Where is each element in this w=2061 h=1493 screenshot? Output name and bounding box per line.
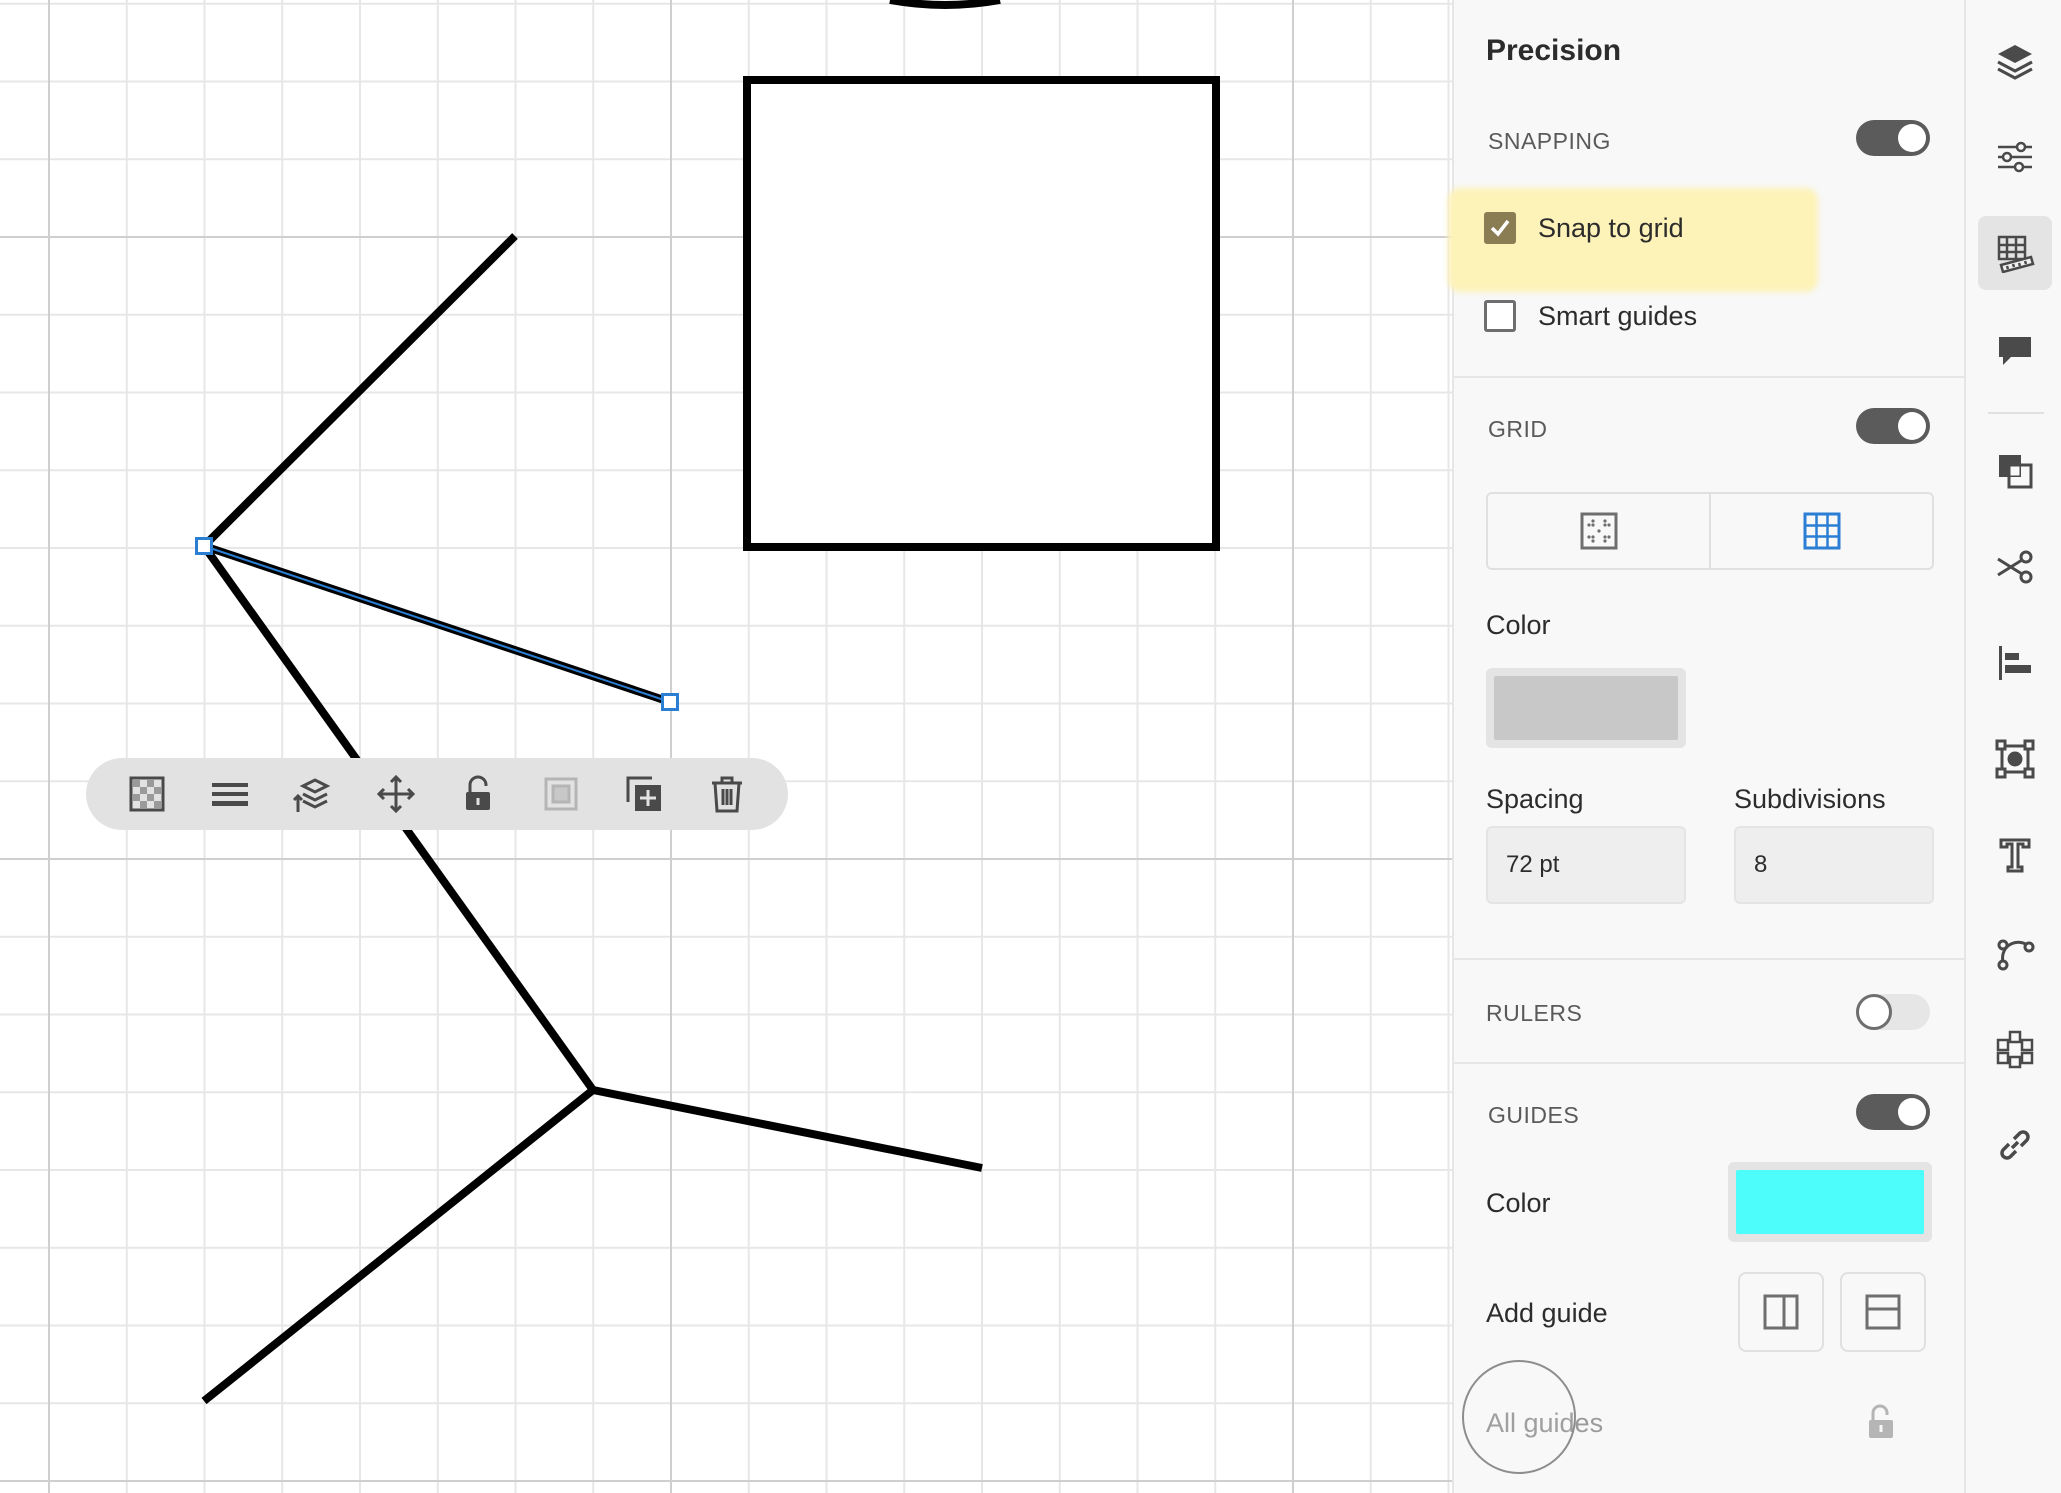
smart-guides-checkbox[interactable] bbox=[1484, 300, 1516, 332]
comments-icon[interactable] bbox=[1978, 314, 2052, 388]
dotted-grid-icon bbox=[1580, 512, 1617, 550]
section-divider bbox=[1454, 376, 1964, 378]
grid-color-label: Color bbox=[1486, 610, 1551, 640]
grid-style-selector bbox=[1486, 492, 1934, 570]
group-icon[interactable] bbox=[535, 768, 587, 820]
line-grid-icon bbox=[1803, 512, 1840, 550]
grid-color-fill bbox=[1494, 676, 1678, 740]
rectangle-shape[interactable] bbox=[743, 76, 1220, 551]
selection-handle-start[interactable] bbox=[195, 537, 213, 555]
line-shape[interactable] bbox=[592, 1086, 983, 1172]
checkmark-icon bbox=[1490, 219, 1510, 237]
smart-guides-option[interactable]: Smart guides bbox=[1484, 300, 1697, 332]
subdivisions-label: Subdivisions bbox=[1734, 784, 1886, 814]
duplicate-icon[interactable] bbox=[618, 768, 670, 820]
align-icon[interactable] bbox=[1978, 626, 2052, 700]
guides-toggle[interactable] bbox=[1856, 1094, 1930, 1130]
grid-color-swatch[interactable] bbox=[1486, 668, 1686, 748]
grid-style-dotted[interactable] bbox=[1488, 494, 1709, 568]
snap-to-grid-label: Snap to grid bbox=[1538, 212, 1684, 243]
section-divider bbox=[1454, 1062, 1964, 1064]
touch-indicator bbox=[1462, 1360, 1576, 1474]
all-guides-lock-icon[interactable] bbox=[1864, 1402, 1898, 1447]
transform-icon[interactable] bbox=[1978, 722, 2052, 796]
context-toolbar bbox=[86, 758, 788, 830]
vertical-guide-icon bbox=[1763, 1294, 1799, 1330]
path-icon[interactable] bbox=[1978, 916, 2052, 990]
repeat-icon[interactable] bbox=[1978, 1012, 2052, 1086]
drawing-canvas[interactable] bbox=[0, 0, 1452, 1493]
grid-toggle[interactable] bbox=[1856, 408, 1930, 444]
subdivisions-input[interactable]: 8 bbox=[1734, 826, 1934, 904]
horizontal-guide-icon bbox=[1865, 1294, 1901, 1330]
stroke-weight-icon[interactable] bbox=[204, 768, 256, 820]
snapping-label: SNAPPING bbox=[1488, 128, 1611, 154]
rail-divider bbox=[1988, 412, 2044, 414]
ellipse-shape[interactable] bbox=[889, 0, 1001, 9]
cut-icon[interactable] bbox=[1978, 530, 2052, 604]
type-icon[interactable] bbox=[1978, 818, 2052, 892]
smart-guides-label: Smart guides bbox=[1538, 300, 1698, 331]
guides-color-fill bbox=[1736, 1170, 1924, 1234]
spacing-input[interactable]: 72 pt bbox=[1486, 826, 1686, 904]
snapping-toggle[interactable] bbox=[1856, 120, 1930, 156]
grid-label: GRID bbox=[1488, 416, 1548, 442]
arrange-layers-icon[interactable] bbox=[287, 768, 339, 820]
combine-shapes-icon[interactable] bbox=[1978, 434, 2052, 508]
selection-outline bbox=[203, 545, 671, 703]
layers-icon[interactable] bbox=[1978, 24, 2052, 98]
line-shape[interactable] bbox=[201, 233, 518, 549]
guides-color-label: Color bbox=[1486, 1188, 1551, 1218]
guides-color-swatch[interactable] bbox=[1728, 1162, 1932, 1242]
checkerboard-fill-icon[interactable] bbox=[121, 768, 173, 820]
add-horizontal-guide-button[interactable] bbox=[1840, 1272, 1926, 1352]
trash-icon[interactable] bbox=[701, 768, 753, 820]
right-rail bbox=[1964, 0, 2061, 1493]
add-vertical-guide-button[interactable] bbox=[1738, 1272, 1824, 1352]
panel-title: Precision bbox=[1486, 34, 1622, 67]
spacing-label: Spacing bbox=[1486, 784, 1584, 814]
add-guide-label: Add guide bbox=[1486, 1298, 1608, 1328]
snap-to-grid-checkbox[interactable] bbox=[1484, 212, 1516, 244]
selection-handle-end[interactable] bbox=[661, 693, 679, 711]
rulers-label: RULERS bbox=[1486, 1000, 1583, 1026]
guides-label: GUIDES bbox=[1488, 1102, 1580, 1128]
grid-style-lines[interactable] bbox=[1709, 494, 1932, 568]
move-icon[interactable] bbox=[370, 768, 422, 820]
precision-icon[interactable] bbox=[1978, 216, 2052, 290]
snap-to-grid-option[interactable]: Snap to grid bbox=[1484, 212, 1684, 244]
lock-open-icon[interactable] bbox=[452, 768, 504, 820]
rulers-toggle[interactable] bbox=[1856, 994, 1930, 1030]
properties-icon[interactable] bbox=[1978, 120, 2052, 194]
link-icon[interactable] bbox=[1978, 1108, 2052, 1182]
precision-panel: Precision SNAPPING Snap to grid Smart gu… bbox=[1448, 0, 1964, 1493]
artwork bbox=[200, 0, 1220, 1405]
section-divider bbox=[1454, 958, 1964, 960]
line-shape[interactable] bbox=[201, 1086, 596, 1405]
